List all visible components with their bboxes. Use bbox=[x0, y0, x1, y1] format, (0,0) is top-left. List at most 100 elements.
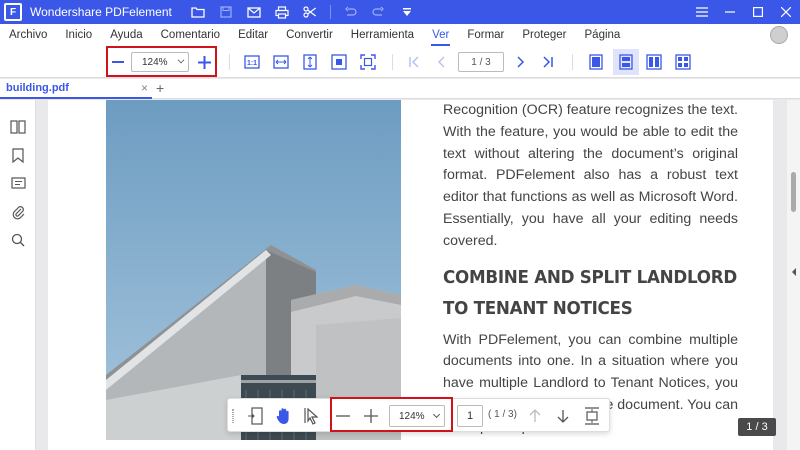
fit-visible-button[interactable] bbox=[330, 53, 348, 71]
zoom-in-button[interactable] bbox=[196, 54, 212, 70]
fit-visible-icon bbox=[331, 54, 347, 70]
next-page-button[interactable] bbox=[554, 407, 572, 425]
menu-icon[interactable] bbox=[688, 0, 716, 24]
menu-item-formar[interactable]: Formar bbox=[458, 24, 513, 46]
left-sidebar bbox=[0, 100, 41, 450]
chevron-left-icon bbox=[438, 56, 445, 68]
fit-width-icon bbox=[273, 55, 289, 69]
new-tab-button[interactable]: + bbox=[156, 79, 164, 97]
toolbar-separator bbox=[392, 54, 393, 70]
menu-item-herramienta[interactable]: Herramienta bbox=[342, 24, 423, 46]
fit-width-button[interactable] bbox=[272, 53, 290, 71]
svg-text:1:1: 1:1 bbox=[247, 60, 257, 67]
hand-tool-button[interactable] bbox=[274, 406, 294, 426]
fit-height-button[interactable] bbox=[582, 406, 602, 426]
menu-item-ayuda[interactable]: Ayuda bbox=[101, 24, 151, 46]
previous-page-button[interactable] bbox=[434, 54, 450, 70]
app-title: Wondershare PDFelement bbox=[30, 5, 172, 19]
chevron-right-icon bbox=[517, 56, 525, 68]
toolbar-separator bbox=[572, 54, 573, 70]
search-icon[interactable] bbox=[9, 231, 27, 249]
fit-height-button[interactable] bbox=[301, 53, 319, 71]
menu-item-proteger[interactable]: Proteger bbox=[513, 24, 575, 46]
user-avatar[interactable] bbox=[770, 26, 788, 44]
undo-icon[interactable] bbox=[343, 4, 359, 20]
page-number-input[interactable]: 1 / 3 bbox=[458, 52, 504, 72]
drag-handle[interactable] bbox=[232, 409, 234, 423]
page-fit-button[interactable] bbox=[246, 406, 266, 426]
single-page-button[interactable] bbox=[587, 53, 605, 71]
menu-item-ver[interactable]: Ver bbox=[423, 24, 458, 46]
window-controls bbox=[688, 0, 800, 24]
hand-icon bbox=[276, 408, 289, 424]
redo-icon[interactable] bbox=[371, 4, 387, 20]
page-fit-icon bbox=[248, 407, 263, 425]
page-indicator: 1 / 3 bbox=[738, 418, 776, 436]
text-column: Recognition (OCR) feature recognizes the… bbox=[443, 100, 738, 439]
document-tab-label: building.pdf bbox=[6, 82, 69, 94]
zoom-select[interactable]: 124% bbox=[389, 405, 445, 427]
collapse-panel-arrow-icon[interactable] bbox=[792, 268, 796, 276]
minus-icon bbox=[112, 61, 124, 63]
scrollbar-thumb[interactable] bbox=[791, 172, 796, 212]
minimize-icon[interactable] bbox=[716, 0, 744, 24]
plus-icon bbox=[197, 55, 211, 69]
scissors-icon[interactable] bbox=[302, 4, 318, 20]
actual-size-icon: 1:1 bbox=[244, 55, 260, 69]
zoom-out-button[interactable] bbox=[110, 54, 126, 70]
menu-item-convertir[interactable]: Convertir bbox=[277, 24, 342, 46]
fit-height-icon bbox=[303, 54, 317, 70]
save-icon[interactable] bbox=[218, 4, 234, 20]
menu-item-archivo[interactable]: Archivo bbox=[0, 24, 56, 46]
attachment-icon[interactable] bbox=[9, 203, 27, 221]
tab-close-icon[interactable]: × bbox=[141, 79, 148, 97]
print-icon[interactable] bbox=[274, 4, 290, 20]
two-page-button[interactable] bbox=[645, 53, 663, 71]
previous-page-button[interactable] bbox=[526, 407, 544, 425]
chevron-down-icon bbox=[432, 410, 441, 419]
next-page-button[interactable] bbox=[512, 54, 528, 70]
toolbar-separator bbox=[329, 5, 331, 19]
page-number-value: 1 / 3 bbox=[471, 56, 491, 68]
select-tool-button[interactable] bbox=[302, 406, 322, 426]
maximize-icon[interactable] bbox=[744, 0, 772, 24]
two-page-continuous-button[interactable] bbox=[674, 53, 692, 71]
actual-size-button[interactable]: 1:1 bbox=[243, 53, 261, 71]
title-bar: F Wondershare PDFelement bbox=[0, 0, 800, 24]
zoom-select[interactable]: 124% bbox=[131, 52, 189, 72]
app-logo-icon: F bbox=[4, 3, 22, 21]
menu-item-inicio[interactable]: Inicio bbox=[56, 24, 101, 46]
full-screen-icon bbox=[360, 54, 376, 70]
menu-bar: Archivo Inicio Ayuda Comentario Editar Conver… bbox=[0, 24, 800, 46]
bookmark-icon[interactable] bbox=[9, 146, 27, 164]
customize-dropdown-icon[interactable] bbox=[399, 4, 415, 20]
section-heading: COMBINE AND SPLIT LANDLORD TO TENANT NOT… bbox=[443, 266, 737, 319]
zoom-out-button[interactable] bbox=[334, 407, 352, 425]
close-icon[interactable] bbox=[772, 0, 800, 24]
zoom-value: 124% bbox=[399, 410, 425, 422]
plus-icon bbox=[364, 409, 378, 423]
last-page-button[interactable] bbox=[540, 54, 556, 70]
thumbnails-icon[interactable] bbox=[9, 118, 27, 136]
menu-item-editar[interactable]: Editar bbox=[229, 24, 277, 46]
vertical-scrollbar[interactable] bbox=[787, 100, 800, 450]
continuous-page-button[interactable] bbox=[613, 49, 639, 75]
first-page-button[interactable] bbox=[406, 54, 422, 70]
document-tab-strip: building.pdf × + bbox=[0, 79, 800, 99]
last-page-icon bbox=[543, 56, 553, 68]
email-icon[interactable] bbox=[246, 4, 262, 20]
page-number-value: 1 bbox=[466, 410, 474, 422]
comment-icon[interactable] bbox=[9, 175, 27, 193]
menu-item-comentario[interactable]: Comentario bbox=[152, 24, 229, 46]
zoom-in-button[interactable] bbox=[362, 407, 380, 425]
document-tab[interactable]: building.pdf × bbox=[0, 79, 152, 99]
zoom-value: 124% bbox=[142, 56, 168, 68]
cursor-select-icon bbox=[304, 407, 319, 425]
chevron-down-icon bbox=[177, 56, 185, 64]
page-number-input[interactable]: 1 bbox=[457, 405, 483, 427]
full-screen-button[interactable] bbox=[359, 53, 377, 71]
single-page-icon bbox=[589, 54, 603, 70]
open-folder-icon[interactable] bbox=[190, 4, 206, 20]
menu-item-p-gina[interactable]: Página bbox=[576, 24, 630, 46]
page-count: ( 1 / 3) bbox=[488, 409, 517, 420]
